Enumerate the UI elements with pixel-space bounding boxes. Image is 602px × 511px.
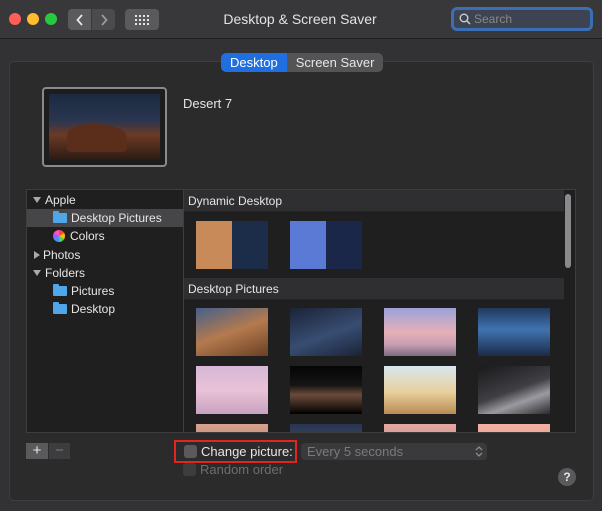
wallpaper-thumbnail[interactable]: [290, 366, 362, 414]
source-list: Apple Desktop Pictures Colors Photos Fol…: [26, 189, 184, 433]
wallpaper-thumbnail[interactable]: [478, 424, 550, 432]
add-folder-button[interactable]: +: [26, 443, 48, 459]
remove-folder-button[interactable]: −: [48, 443, 70, 459]
sidebar-item-label: Apple: [45, 193, 76, 207]
sidebar-item-label: Colors: [70, 229, 105, 243]
interval-popup[interactable]: Every 5 seconds: [301, 443, 487, 460]
sidebar-item-desktop-pictures[interactable]: Desktop Pictures: [27, 209, 184, 227]
folder-icon: [53, 302, 67, 314]
search-field[interactable]: [451, 7, 593, 31]
window-title: Desktop & Screen Saver: [223, 11, 377, 27]
wallpaper-thumbnail[interactable]: [196, 221, 268, 269]
search-icon: [459, 13, 471, 25]
title-bar: Desktop & Screen Saver: [0, 0, 602, 39]
forward-button[interactable]: [92, 9, 115, 30]
grid-scrollbar[interactable]: [565, 194, 571, 268]
current-wallpaper-preview: [42, 87, 167, 167]
close-window-button[interactable]: [9, 13, 21, 25]
wallpaper-thumbnail[interactable]: [478, 308, 550, 356]
wallpaper-thumbnail[interactable]: [384, 366, 456, 414]
section-header-pictures: Desktop Pictures: [184, 278, 564, 300]
wallpaper-thumbnail[interactable]: [290, 424, 362, 432]
change-picture-label: Change picture:: [201, 444, 293, 459]
color-wheel-icon: [53, 230, 65, 242]
random-order-control: Random order: [183, 462, 283, 477]
wallpaper-thumbnail[interactable]: [384, 424, 456, 432]
stepper-arrows-icon: [475, 446, 483, 457]
tab-desktop[interactable]: Desktop: [221, 53, 287, 72]
wallpaper-thumbnail[interactable]: [478, 366, 550, 414]
sidebar-group-apple[interactable]: Apple: [27, 191, 184, 209]
wallpaper-thumbnail[interactable]: [290, 308, 362, 356]
help-button[interactable]: ?: [558, 468, 576, 486]
wallpaper-thumbnail[interactable]: [196, 424, 268, 432]
sidebar-item-label: Desktop Pictures: [71, 211, 162, 225]
sidebar-group-folders[interactable]: Folders: [27, 264, 184, 282]
wallpaper-thumbnail[interactable]: [196, 308, 268, 356]
section-header-dynamic: Dynamic Desktop: [184, 190, 564, 212]
change-picture-control[interactable]: Change picture:: [174, 440, 297, 463]
sidebar-group-photos[interactable]: Photos: [27, 246, 184, 264]
random-order-checkbox: [183, 463, 196, 476]
search-input[interactable]: [474, 12, 584, 26]
tab-bar: Desktop Screen Saver: [221, 53, 384, 72]
back-button[interactable]: [68, 9, 91, 30]
preferences-window: Desktop & Screen Saver Desktop Screen Sa…: [0, 0, 602, 511]
current-wallpaper-name: Desert 7: [183, 96, 233, 111]
tab-screen-saver[interactable]: Screen Saver: [286, 53, 384, 72]
sidebar-item-label: Folders: [45, 266, 86, 280]
wallpaper-grid: Dynamic Desktop Desktop Pictures: [183, 189, 576, 433]
sidebar-item-desktop[interactable]: Desktop: [27, 300, 184, 318]
wallpaper-thumbnail[interactable]: [384, 308, 456, 356]
sidebar-item-pictures[interactable]: Pictures: [27, 282, 184, 300]
disclosure-expanded-icon: [33, 270, 41, 276]
random-order-label: Random order: [200, 462, 284, 477]
chevron-left-icon: [75, 13, 83, 26]
disclosure-expanded-icon: [33, 197, 41, 203]
sidebar-item-colors[interactable]: Colors: [27, 227, 184, 245]
change-picture-checkbox[interactable]: [184, 445, 197, 458]
chevron-right-icon: [100, 13, 108, 26]
folder-icon: [53, 284, 67, 296]
show-all-button[interactable]: [125, 9, 159, 30]
wallpaper-thumbnail[interactable]: [290, 221, 362, 269]
interval-value: Every 5 seconds: [307, 444, 404, 459]
sidebar-item-label: Desktop: [71, 302, 116, 316]
folder-add-remove: + −: [26, 443, 70, 459]
sidebar-item-label: Pictures: [71, 284, 115, 298]
grid-icon: [135, 14, 149, 25]
wallpaper-thumbnail[interactable]: [196, 366, 268, 414]
current-wallpaper-image: [49, 94, 160, 160]
folder-icon: [53, 211, 67, 223]
zoom-window-button[interactable]: [45, 13, 57, 25]
minimize-window-button[interactable]: [27, 13, 39, 25]
disclosure-collapsed-icon: [34, 251, 40, 259]
sidebar-item-label: Photos: [43, 248, 81, 262]
